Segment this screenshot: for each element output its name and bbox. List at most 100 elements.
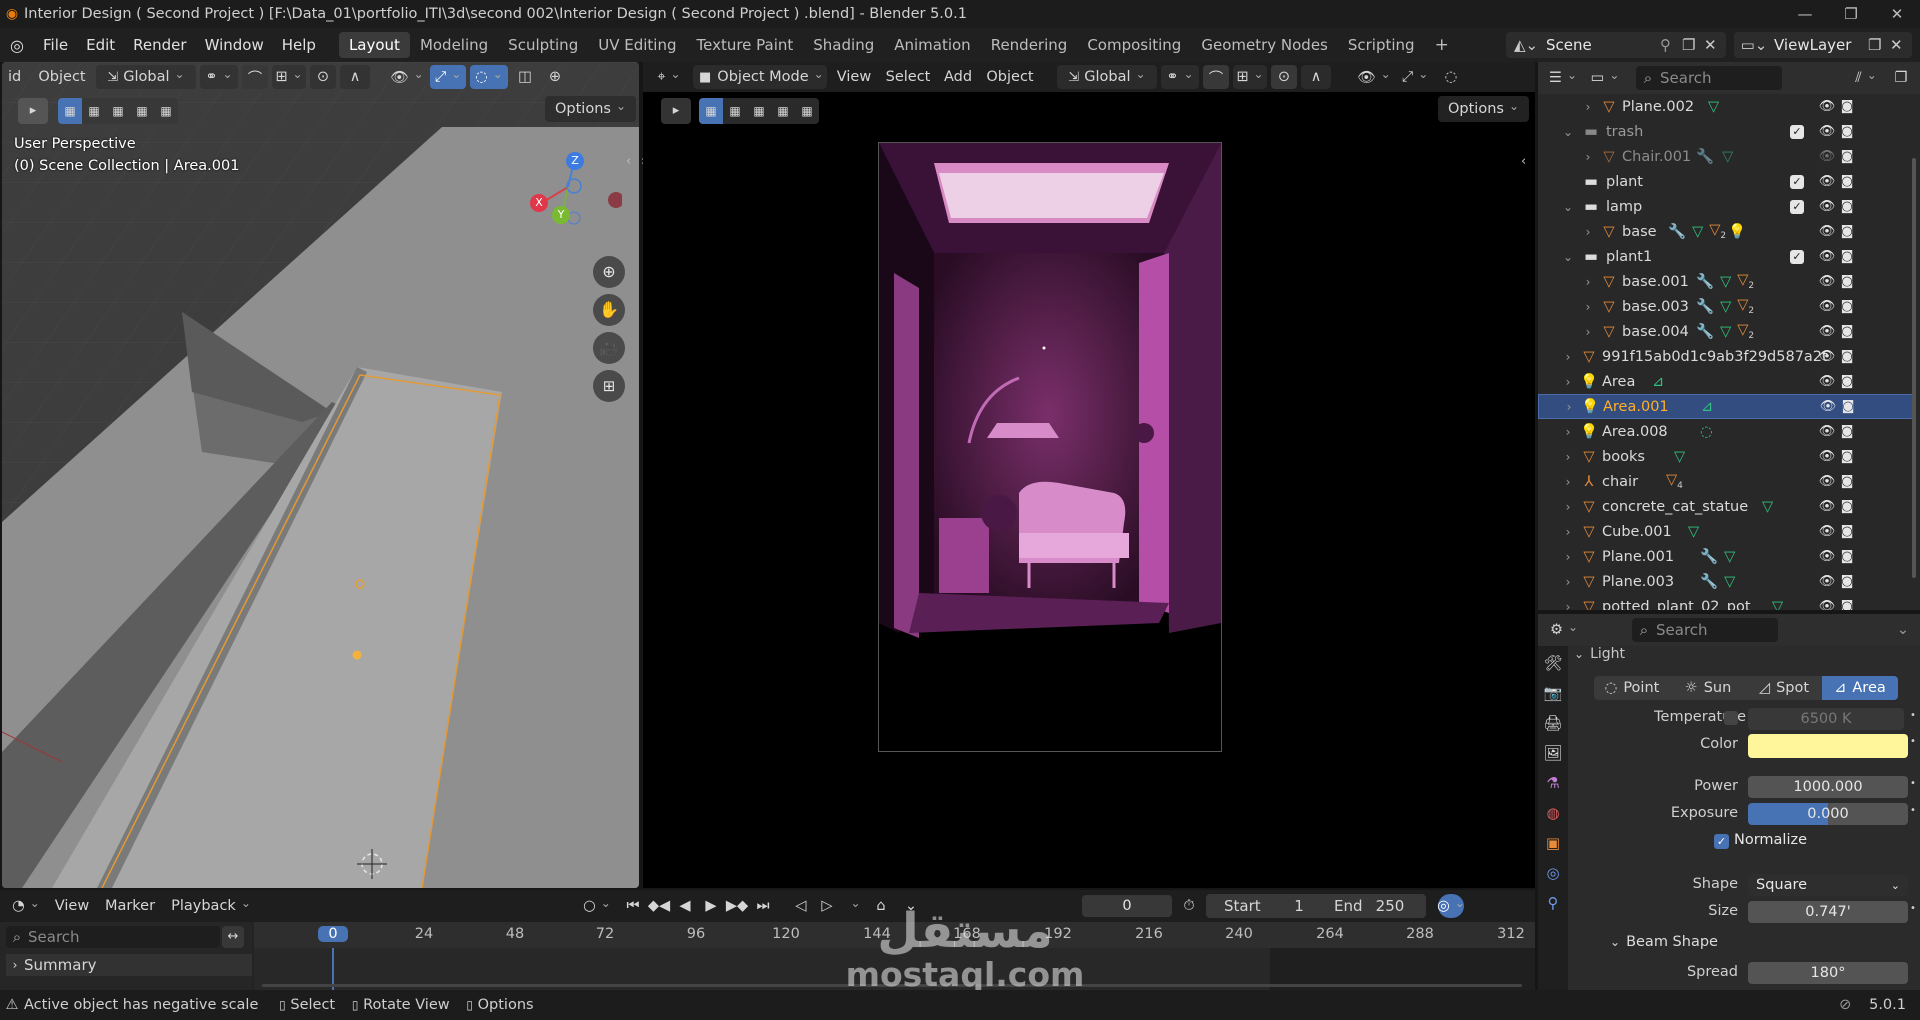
delete-viewlayer-icon[interactable]: ✕ — [1890, 36, 1912, 54]
visibility-eye-icon[interactable]: 👁 — [1818, 524, 1836, 539]
next-frame-icon[interactable]: ▷ — [816, 894, 838, 918]
render-camera-icon[interactable]: ◙ — [1838, 599, 1856, 610]
temperature-checkbox[interactable] — [1724, 711, 1738, 725]
delete-scene-icon[interactable]: ✕ — [1704, 36, 1726, 54]
center-select-invert-icon[interactable]: ▦ — [771, 98, 795, 124]
workspace-animation[interactable]: Animation — [884, 32, 980, 58]
size-field[interactable]: 0.747' — [1748, 901, 1908, 923]
light-type-sun[interactable]: ☼ Sun — [1670, 676, 1746, 700]
outliner-editor-type-icon[interactable]: ☰ — [1544, 66, 1582, 90]
light-type-point[interactable]: ◌ Point — [1594, 676, 1670, 700]
keyframe-dot[interactable]: • — [1910, 736, 1916, 747]
shape-dropdown[interactable]: Square ⌄ — [1748, 874, 1908, 896]
timeline-overlay-icon[interactable]: ◎ — [1437, 894, 1464, 918]
render-camera-icon[interactable]: ◙ — [1838, 324, 1856, 339]
gizmo-z-axis[interactable]: Z — [566, 152, 584, 170]
left-proportional-icon[interactable]: ⊙ — [310, 65, 336, 89]
light-type-area[interactable]: ⊿ Area — [1822, 676, 1898, 700]
outliner-row[interactable]: › ▽ Cube.001 ▽ 👁 ◙ — [1538, 519, 1914, 544]
beam-shape-header[interactable]: ⌄ Beam Shape — [1610, 934, 1718, 950]
left-falloff-icon[interactable]: ∧ — [340, 65, 370, 89]
object-tab-icon[interactable]: ▣ — [1546, 834, 1560, 852]
render-camera-icon[interactable]: ◙ — [1838, 174, 1856, 189]
left-object-menu[interactable]: Object — [32, 65, 92, 89]
render-camera-icon[interactable]: ◙ — [1838, 224, 1856, 239]
summary-row[interactable]: › Summary — [6, 954, 252, 976]
expand-arrow-icon[interactable]: › — [1560, 575, 1576, 589]
pan-hand-icon[interactable]: ✋ — [593, 294, 625, 326]
expand-arrow-icon[interactable]: › — [1560, 525, 1576, 539]
light-section-header[interactable]: ⌄ Light — [1574, 646, 1914, 664]
exposure-field[interactable]: 0.000 — [1748, 803, 1908, 825]
new-viewlayer-icon[interactable]: ❐ — [1868, 36, 1890, 54]
expand-arrow-icon[interactable]: › — [1580, 325, 1596, 339]
outliner-row[interactable]: › ⅄ chair ▽4 👁 ◙ — [1538, 469, 1914, 494]
keyframe-dot[interactable]: • — [1910, 903, 1916, 914]
navigation-gizmo[interactable]: Z X Y — [522, 142, 622, 242]
expand-arrow-icon[interactable]: › — [1560, 550, 1576, 564]
render-camera-icon[interactable]: ◙ — [1838, 99, 1856, 114]
left-transform-orientation[interactable]: ⇲ Global — [96, 65, 196, 89]
timeline-marker-menu[interactable]: Marker — [98, 894, 162, 918]
pin-icon[interactable]: ⚲ — [1660, 36, 1682, 54]
render-camera-icon[interactable]: ◙ — [1838, 349, 1856, 364]
editor-type-icon[interactable]: ⌖ — [649, 65, 689, 89]
timeline-playback-menu[interactable]: Playback — [166, 894, 256, 918]
expand-arrow-icon[interactable]: › — [1560, 450, 1576, 464]
expand-arrow-icon[interactable]: › — [1561, 400, 1577, 414]
overlay-toggle-icon[interactable]: ◌ — [1437, 65, 1465, 89]
select-extend-icon[interactable]: ▦ — [82, 98, 106, 124]
gizmo-x-axis[interactable]: X — [530, 194, 548, 212]
center-select-extend-icon[interactable]: ▦ — [723, 98, 747, 124]
outliner-search[interactable]: ⌕ Search — [1636, 66, 1782, 90]
workspace-layout[interactable]: Layout — [338, 32, 410, 58]
close-icon[interactable]: ✕ — [1874, 0, 1920, 28]
render-camera-icon[interactable]: ◙ — [1838, 524, 1856, 539]
center-select-intersect-icon[interactable]: ▦ — [795, 98, 819, 124]
end-frame-field[interactable]: 250 — [1370, 897, 1410, 915]
left-collapse-arrow-icon[interactable]: ‹ — [626, 154, 631, 169]
outliner-row[interactable]: › ▽ Plane.002 ▽ 👁 ◙ — [1538, 94, 1914, 119]
timeline-view-menu[interactable]: View — [50, 894, 94, 918]
view-layer-tab-icon[interactable]: 🖼 — [1543, 744, 1562, 762]
timeline-frames[interactable]: 0 24 48 72 96 120 144 168 192 216 240 26… — [254, 922, 1535, 990]
falloff-icon[interactable]: ∧ — [1301, 65, 1331, 89]
render-camera-icon[interactable]: ◙ — [1838, 299, 1856, 314]
expand-arrow-icon[interactable]: › — [1580, 225, 1596, 239]
left-options-button[interactable]: Options — [545, 96, 637, 122]
expand-arrow-icon[interactable]: › — [1560, 475, 1576, 489]
color-swatch[interactable] — [1748, 734, 1908, 758]
visibility-eye-icon[interactable]: 👁 — [1818, 574, 1836, 589]
visibility-eye-icon[interactable]: 👁 — [1818, 99, 1836, 114]
playback-options-icon[interactable] — [842, 894, 864, 918]
visibility-eye-icon[interactable]: 👁 — [1818, 249, 1836, 264]
menu-view[interactable]: View — [831, 65, 877, 89]
expand-arrow-icon[interactable]: › — [1560, 350, 1576, 364]
outliner-scrollbar[interactable] — [1912, 158, 1916, 578]
workspace-scripting[interactable]: Scripting — [1338, 32, 1425, 58]
menu-help[interactable]: Help — [273, 32, 325, 58]
collapse-arrow-icon[interactable]: ⌄ — [1560, 200, 1576, 214]
visibility-eye-icon[interactable]: 👁 — [1818, 149, 1836, 164]
render-camera-icon[interactable]: ◙ — [1838, 549, 1856, 564]
stopwatch-icon[interactable]: ⏱ — [1176, 894, 1202, 918]
menu-file[interactable]: File — [34, 32, 77, 58]
visibility-eye-icon[interactable]: 👁 — [1818, 599, 1836, 610]
jump-end-icon[interactable]: ⏭ — [752, 894, 774, 918]
workspace-uv-editing[interactable]: UV Editing — [588, 32, 686, 58]
render-camera-icon[interactable]: ◙ — [1838, 499, 1856, 514]
outliner-row[interactable]: › ▽ base.003 🔧 ▽ ▽2 👁 ◙ — [1538, 294, 1914, 319]
jump-start-icon[interactable]: ⏮ — [622, 894, 644, 918]
keyframe-dot[interactable]: • — [1910, 778, 1916, 789]
outliner-row[interactable]: › ▽ Plane.003 🔧 ▽ 👁 ◙ — [1538, 569, 1914, 594]
render-camera-icon[interactable]: ◙ — [1838, 574, 1856, 589]
minimize-icon[interactable]: — — [1782, 0, 1828, 28]
outliner-row[interactable]: › ▽ base.001 🔧 ▽ ▽2 👁 ◙ — [1538, 269, 1914, 294]
new-scene-icon[interactable]: ❐ — [1682, 36, 1704, 54]
visibility-eye-icon[interactable]: 👁 — [1818, 324, 1836, 339]
menu-add[interactable]: Add — [939, 65, 977, 89]
play-reverse-icon[interactable]: ◀ — [674, 894, 696, 918]
gizmo-y-axis[interactable]: Y — [552, 206, 570, 224]
visibility-eye-icon[interactable]: 👁 — [1818, 549, 1836, 564]
world-tab-icon[interactable]: ◍ — [1546, 804, 1559, 822]
